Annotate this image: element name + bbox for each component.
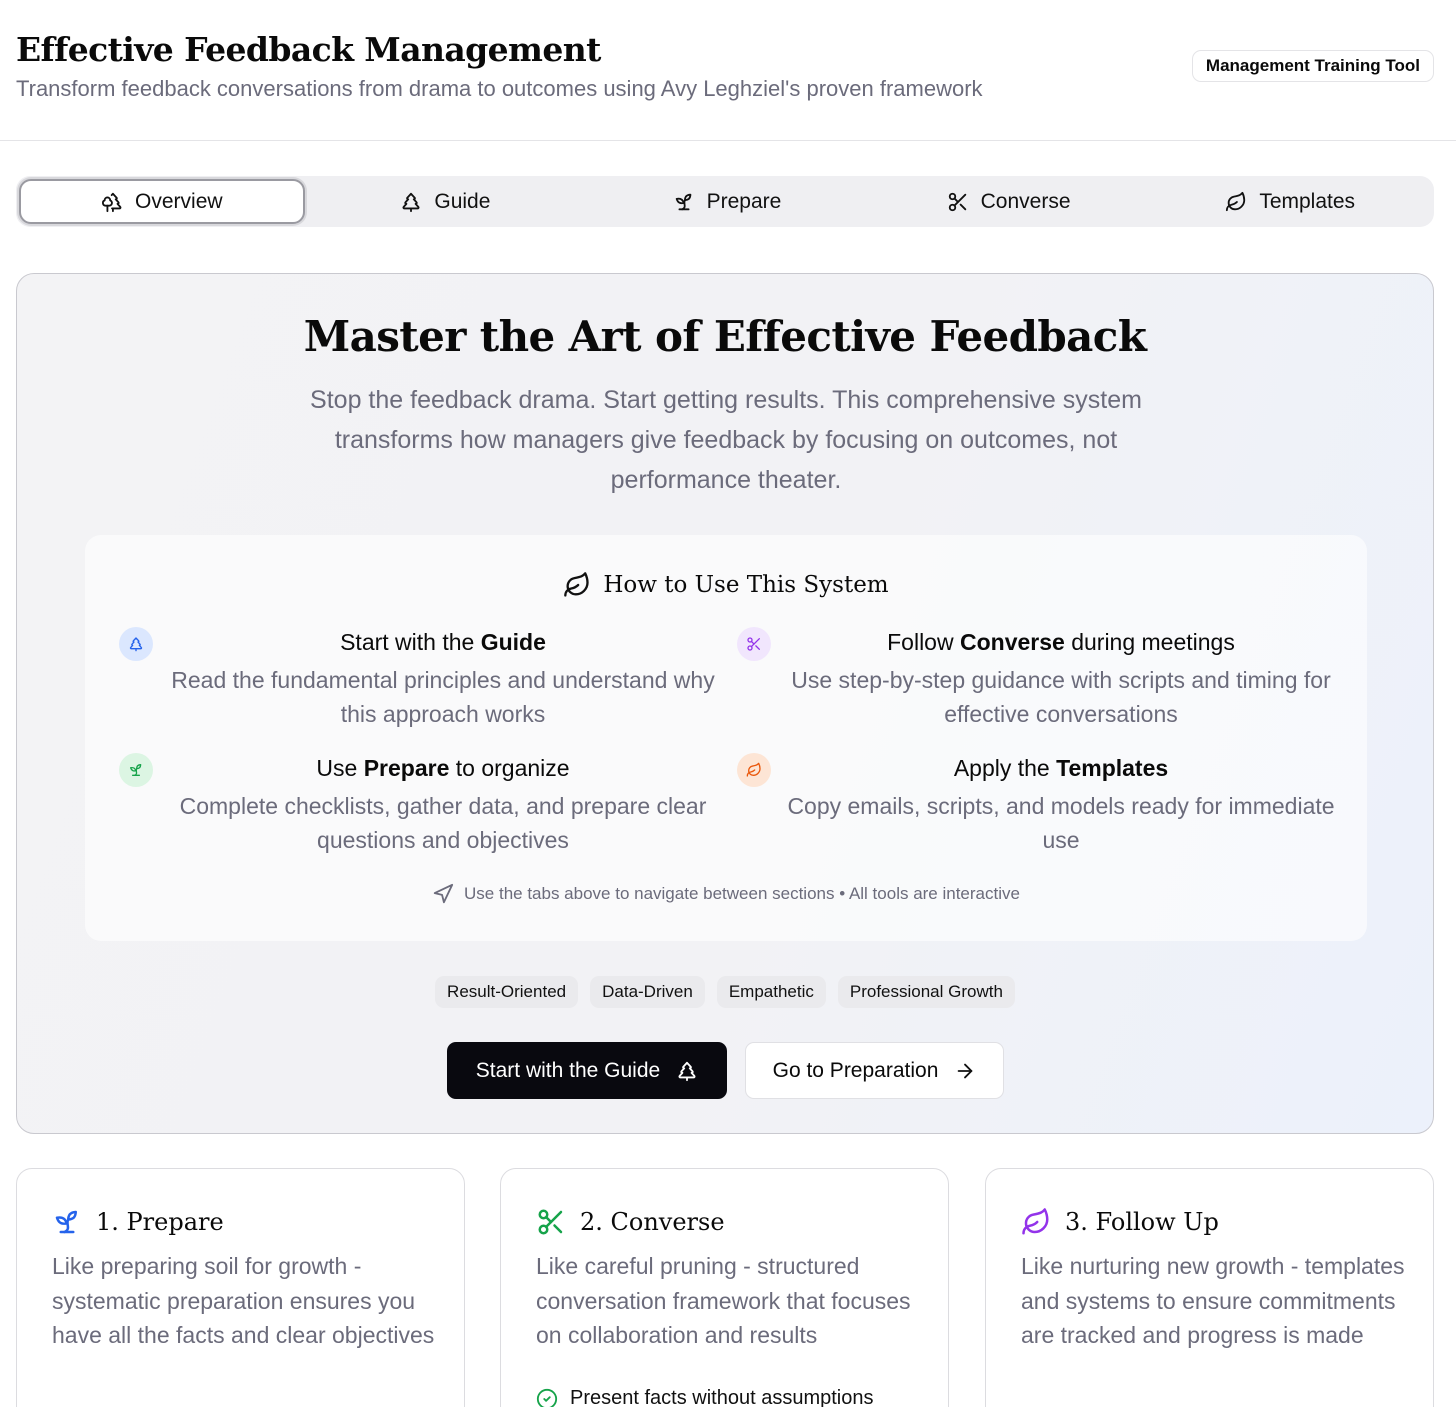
tag-chip: Professional Growth bbox=[837, 976, 1015, 1008]
tab-label: Converse bbox=[980, 189, 1071, 213]
tab-converse[interactable]: Converse bbox=[868, 179, 1150, 224]
tab-templates[interactable]: Templates bbox=[1149, 179, 1431, 224]
step-description: Read the fundamental principles and unde… bbox=[171, 667, 715, 727]
tree-icon bbox=[400, 191, 422, 213]
step-description: Complete checklists, gather data, and pr… bbox=[179, 793, 707, 853]
app-header: Effective Feedback Management Transform … bbox=[0, 0, 1456, 141]
checklist-item-text: Present facts without assumptions bbox=[570, 1387, 874, 1407]
hero-title: Master the Art of Effective Feedback bbox=[303, 312, 1147, 361]
tag-list: Result-Oriented Data-Driven Empathetic P… bbox=[17, 976, 1433, 1008]
card-title: 2. Converse bbox=[580, 1208, 725, 1236]
step-description: Use step-by-step guidance with scripts a… bbox=[791, 667, 1331, 727]
hero-text: Stop the feedback drama. Start getting r… bbox=[310, 386, 1142, 494]
trees-icon bbox=[101, 191, 123, 213]
step-heading: Follow Converse during meetings bbox=[887, 629, 1235, 655]
leaf-icon bbox=[1021, 1207, 1051, 1237]
sprout-icon bbox=[128, 762, 144, 778]
step-icon-badge bbox=[737, 753, 771, 787]
button-label: Go to Preparation bbox=[772, 1058, 939, 1082]
leaf-icon bbox=[563, 571, 591, 599]
tab-label: Templates bbox=[1259, 189, 1356, 213]
tab-overview[interactable]: Overview bbox=[19, 179, 305, 224]
step-icon-badge bbox=[737, 627, 771, 661]
step-description: Copy emails, scripts, and models ready f… bbox=[787, 793, 1335, 853]
howto-panel: How to Use This System Start with the Gu… bbox=[85, 535, 1367, 941]
card-title: 1. Prepare bbox=[96, 1208, 224, 1236]
step-heading: Apply the Templates bbox=[953, 755, 1169, 781]
tab-label: Guide bbox=[434, 189, 491, 213]
card-text: Like nurturing new growth - templates an… bbox=[1021, 1253, 1405, 1348]
scissors-icon bbox=[746, 636, 762, 652]
navigation-icon bbox=[432, 883, 454, 905]
checklist-item: Present facts without assumptions bbox=[536, 1387, 873, 1407]
card-follow-up: 3. Follow Up Like nurturing new growth -… bbox=[985, 1168, 1434, 1407]
tag-chip: Data-Driven bbox=[590, 976, 705, 1008]
tab-label: Prepare bbox=[706, 189, 782, 213]
howto-title: How to Use This System bbox=[85, 571, 1367, 599]
tree-icon bbox=[676, 1060, 698, 1082]
tree-icon bbox=[128, 636, 144, 652]
start-guide-button[interactable]: Start with the Guide bbox=[447, 1042, 727, 1099]
go-to-preparation-button[interactable]: Go to Preparation bbox=[745, 1042, 1004, 1099]
tab-bar: Overview Guide Prepare Converse Template… bbox=[16, 176, 1434, 227]
howto-title-text: How to Use This System bbox=[603, 572, 889, 598]
tag-chip: Result-Oriented bbox=[435, 976, 579, 1008]
sprout-icon bbox=[52, 1207, 82, 1237]
card-heading: 1. Prepare bbox=[52, 1207, 224, 1237]
scissors-icon bbox=[947, 191, 969, 213]
howto-footer: Use the tabs above to navigate between s… bbox=[85, 883, 1367, 905]
tab-label: Overview bbox=[135, 189, 223, 213]
hero-section: Master the Art of Effective Feedback Sto… bbox=[16, 273, 1434, 1134]
card-converse: 2. Converse Like careful pruning - struc… bbox=[500, 1168, 949, 1407]
card-prepare: 1. Prepare Like preparing soil for growt… bbox=[16, 1168, 465, 1407]
check-circle-icon bbox=[536, 1388, 558, 1407]
tab-prepare[interactable]: Prepare bbox=[586, 179, 868, 224]
card-title: 3. Follow Up bbox=[1065, 1208, 1219, 1236]
leaf-icon bbox=[746, 762, 762, 778]
leaf-icon bbox=[1225, 191, 1247, 213]
step-heading: Start with the Guide bbox=[340, 629, 546, 655]
button-label: Start with the Guide bbox=[475, 1058, 661, 1082]
step-icon-badge bbox=[119, 627, 153, 661]
tool-badge: Management Training Tool bbox=[1191, 50, 1434, 82]
tag-chip: Empathetic bbox=[716, 976, 826, 1008]
card-heading: 3. Follow Up bbox=[1021, 1207, 1219, 1237]
card-text: Like preparing soil for growth - systema… bbox=[52, 1253, 435, 1348]
app-subtitle: Transform feedback conversations from dr… bbox=[16, 76, 983, 101]
tab-guide[interactable]: Guide bbox=[305, 179, 587, 224]
step-heading: Use Prepare to organize bbox=[316, 755, 570, 781]
howto-footer-text: Use the tabs above to navigate between s… bbox=[464, 884, 1020, 903]
card-heading: 2. Converse bbox=[536, 1207, 725, 1237]
sprout-icon bbox=[673, 191, 695, 213]
scissors-icon bbox=[536, 1207, 566, 1237]
app-title: Effective Feedback Management bbox=[16, 30, 601, 69]
step-icon-badge bbox=[119, 753, 153, 787]
card-text: Like careful pruning - structured conver… bbox=[536, 1253, 911, 1348]
arrow-right-icon bbox=[954, 1060, 976, 1082]
